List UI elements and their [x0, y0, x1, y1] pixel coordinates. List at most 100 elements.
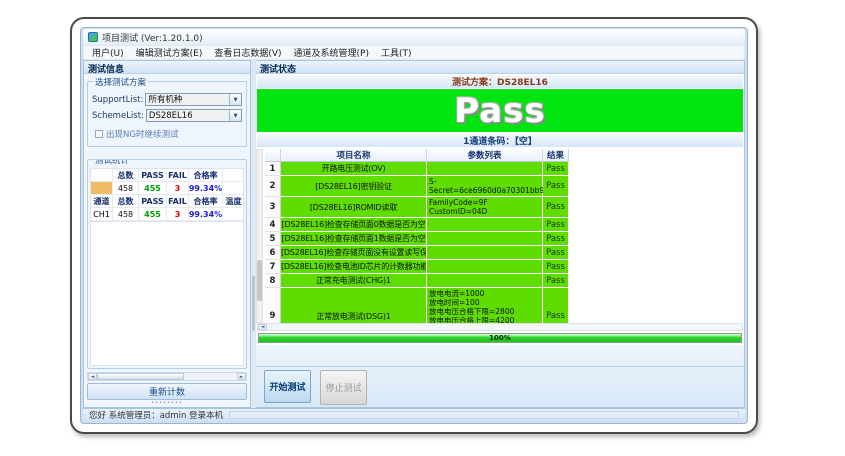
menu-bar: 用户(U)编辑测试方案(E)查看日志数据(V)通道及系统管理(P)工具(T) — [83, 45, 745, 60]
item-name: [DS28EL16]检查存储页面没有设置读写保护属性 — [281, 246, 427, 260]
item-number: 8 — [265, 274, 281, 288]
title-bar[interactable]: 项目测试 (Ver:1.20.1.0) — [83, 29, 745, 45]
stats-table: 总数PASSFAIL合格率458455399.34%通道总数PASSFAIL合格… — [90, 168, 244, 222]
item-result: Pass — [543, 246, 569, 260]
supportlist-value: 所有机种 — [146, 94, 229, 105]
stats-cell — [91, 182, 113, 195]
main-area: 测试信息 选择测试方案 SupportList: 所有机种 ▼ SchemeLi… — [83, 60, 745, 408]
checkbox-icon[interactable] — [95, 130, 103, 138]
item-result: Pass — [543, 162, 569, 176]
item-number: 5 — [265, 232, 281, 246]
test-item-row[interactable]: 8正常充电测试(CHG)1 Pass — [265, 274, 571, 288]
test-item-row[interactable]: 2[DS28EL16]密钥验证S-Secret=6ce6960d0a70301b… — [265, 176, 571, 197]
menu-item[interactable]: 通道及系统管理(P) — [289, 45, 374, 60]
barcode-banner: 1通道条码：【空】 — [257, 134, 743, 147]
stats-cell: CH1 — [91, 208, 113, 221]
item-name: 正常放电测试(DSG)1 — [281, 288, 427, 323]
item-params — [427, 246, 543, 260]
header-result: 结果 — [543, 149, 569, 162]
menu-item[interactable]: 工具(T) — [376, 45, 417, 60]
schemelist-label: SchemeList: — [92, 111, 144, 121]
menu-item[interactable]: 编辑测试方案(E) — [131, 45, 208, 60]
stats-header-cell: 合格率 — [189, 169, 223, 182]
stats-group-title: 测试统计 — [93, 159, 131, 166]
item-params — [427, 232, 543, 246]
stats-cell: 458 — [113, 208, 139, 221]
item-params: FamilyCode=9FCustomID=04D — [427, 197, 543, 218]
stats-header-cell: 总数 — [113, 195, 139, 208]
items-table: 项目名称 参数列表 结果 1开路电压测试(OV)Pass2[DS28EL16]密… — [265, 149, 571, 323]
items-vertical-scrollbar[interactable] — [256, 149, 263, 323]
item-name: [DS28EL16]检查存储页面0数据是否为空 — [281, 218, 427, 232]
app-window: 项目测试 (Ver:1.20.1.0) 用户(U)编辑测试方案(E)查看日志数据… — [80, 27, 748, 424]
test-statistics-group: 测试统计 总数PASSFAIL合格率458455399.34%通道总数PASSF… — [87, 159, 247, 369]
continue-on-ng-checkbox-row[interactable]: 出现NG时继续测试 — [95, 128, 241, 140]
continue-on-ng-label: 出现NG时继续测试 — [106, 128, 178, 140]
scroll-left-icon[interactable]: ◄ — [88, 373, 97, 380]
scrollbar-track[interactable] — [267, 324, 742, 330]
test-item-row[interactable]: 5[DS28EL16]检查存储页面1数据是否为空Pass — [265, 232, 571, 246]
item-name: [DS28EL16]检查电池ID芯片的计数器功能是否启用 — [281, 260, 427, 274]
scheme-group-title: 选择测试方案 — [93, 76, 148, 88]
header-no — [265, 149, 281, 162]
item-name: [DS28EL16]ROMID读取 — [281, 197, 427, 218]
recount-button[interactable]: 重新计数 — [87, 383, 247, 400]
item-number: 3 — [265, 197, 281, 218]
stats-header-cell — [91, 169, 113, 182]
stats-cell — [223, 182, 244, 195]
stats-header-cell: FAIL — [167, 169, 189, 182]
stats-data-row: 458455399.34% — [91, 182, 243, 195]
stats-header-cell: FAIL — [167, 195, 189, 208]
stats-empty-area — [90, 222, 244, 366]
scroll-right-icon[interactable]: ► — [237, 373, 246, 380]
test-items-area: 项目名称 参数列表 结果 1开路电压测试(OV)Pass2[DS28EL16]密… — [256, 147, 744, 323]
stats-cell: 3 — [167, 182, 189, 195]
window-title: 项目测试 (Ver:1.20.1.0) — [102, 31, 203, 44]
item-name: 正常充电测试(CHG)1 — [281, 274, 427, 288]
scrollbar-thumb[interactable] — [97, 373, 184, 380]
supportlist-combobox[interactable]: 所有机种 ▼ — [145, 93, 242, 106]
item-result: Pass — [543, 176, 569, 197]
status-text: 您好 系统管理员：admin 登录本机 — [89, 409, 223, 421]
header-name: 项目名称 — [281, 149, 427, 162]
stats-header-cell: 合格率 — [189, 195, 223, 208]
screenshot-card: 项目测试 (Ver:1.20.1.0) 用户(U)编辑测试方案(E)查看日志数据… — [70, 17, 758, 434]
test-item-row[interactable]: 6[DS28EL16]检查存储页面没有设置读写保护属性Pass — [265, 246, 571, 260]
stats-header-cell: PASS — [139, 169, 167, 182]
item-params — [427, 162, 543, 176]
stats-header-cell: PASS — [139, 195, 167, 208]
items-horizontal-scrollbar[interactable]: ◄ — [257, 323, 743, 331]
menu-item[interactable]: 用户(U) — [87, 45, 129, 60]
stats-header-cell: 通道 — [91, 195, 113, 208]
scroll-left-icon[interactable]: ◄ — [258, 324, 267, 330]
item-result: Pass — [543, 232, 569, 246]
start-test-button[interactable]: 开始测试 — [264, 370, 311, 403]
test-item-row[interactable]: 3[DS28EL16]ROMID读取FamilyCode=9FCustomID=… — [265, 197, 571, 218]
chevron-down-icon[interactable]: ▼ — [229, 110, 241, 121]
item-result: Pass — [543, 260, 569, 274]
stats-header-cell — [223, 169, 244, 182]
stats-data-row: CH1458455399.34% — [91, 208, 243, 221]
stats-cell: 99.34% — [189, 208, 223, 221]
item-result: Pass — [543, 274, 569, 288]
test-item-row[interactable]: 9正常放电测试(DSG)1放电电流=1000放电时间=100放电电压合格下限=2… — [265, 288, 571, 323]
splitter-thumb[interactable] — [252, 276, 255, 332]
menu-item[interactable]: 查看日志数据(V) — [209, 45, 286, 60]
controls-area: 开始测试 停止测试 — [256, 345, 744, 407]
test-item-row[interactable]: 1开路电压测试(OV)Pass — [265, 162, 571, 176]
scrollbar-thumb[interactable] — [257, 260, 262, 301]
stop-test-button: 停止测试 — [320, 370, 367, 405]
header-params: 参数列表 — [427, 149, 543, 162]
schemelist-combobox[interactable]: DS28EL16 ▼ — [146, 109, 242, 122]
test-item-row[interactable]: 7[DS28EL16]检查电池ID芯片的计数器功能是否启用Pass — [265, 260, 571, 274]
item-number: 9 — [265, 288, 281, 323]
status-separator — [229, 411, 739, 419]
scrollbar-track[interactable] — [97, 373, 237, 380]
item-result: Pass — [543, 218, 569, 232]
chevron-down-icon[interactable]: ▼ — [229, 94, 241, 105]
test-item-row[interactable]: 4[DS28EL16]检查存储页面0数据是否为空Pass — [265, 218, 571, 232]
progress-label: 100% — [489, 334, 511, 342]
stats-horizontal-scrollbar[interactable]: ◄ ► — [87, 372, 247, 381]
stats-header-cell: 总数 — [113, 169, 139, 182]
supportlist-label: SupportList: — [92, 95, 143, 105]
